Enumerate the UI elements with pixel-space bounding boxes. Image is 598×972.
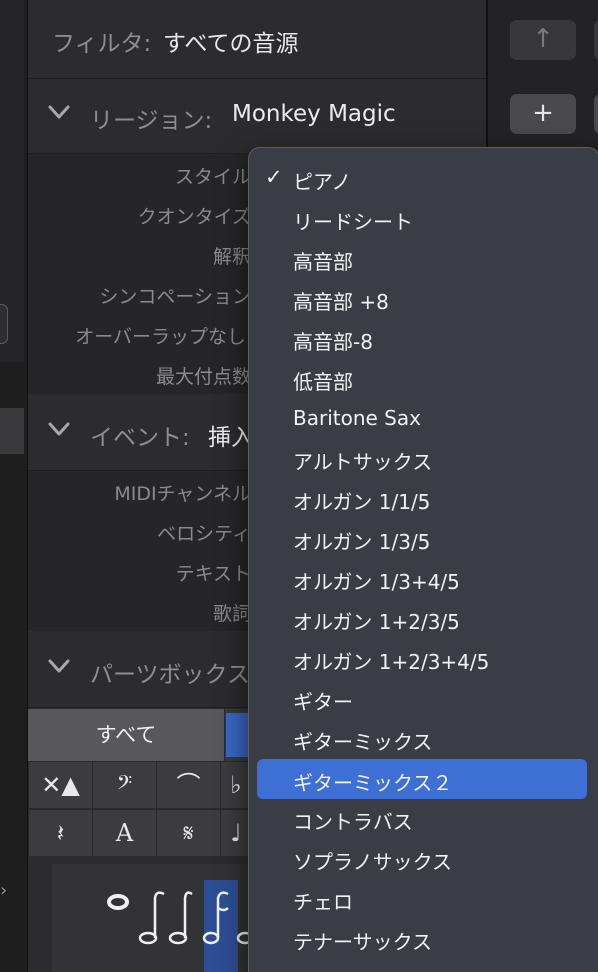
chevron-down-icon[interactable] [46, 99, 72, 125]
menu-item[interactable]: ギターミックス [257, 718, 587, 758]
menu-item[interactable]: コントラバス [257, 798, 587, 838]
param-interpret: 解釈 [212, 246, 251, 268]
menu-item-label: アルトサックス [293, 450, 433, 474]
quarter-note-icon[interactable] [168, 891, 193, 945]
menu-item[interactable]: オルガン 1/3/5 [257, 518, 587, 558]
menu-item[interactable]: チェロ [257, 878, 587, 918]
score-inspector-window: › フィルタ: すべての音源 リージョン: Monkey Magic スタイル … [0, 0, 598, 972]
menu-item[interactable]: ソプラノサックス [257, 838, 587, 878]
menu-item-label: オルガン 1+2/3/5 [293, 610, 460, 634]
menu-item[interactable]: オルガン 1/3+4/5 [257, 558, 587, 598]
menu-item-label: ピアノ [293, 170, 352, 194]
region-section-header[interactable]: リージョン: Monkey Magic [28, 79, 486, 154]
param-text: テキスト [175, 563, 251, 585]
tab-selected-group[interactable] [226, 713, 250, 757]
menu-item[interactable]: オルガン 1+2/3/5 [257, 598, 587, 638]
parts-box-label: パーツボックス [90, 662, 250, 688]
notehead-group-icon[interactable]: ✕▲ [28, 761, 93, 809]
menu-item-label: オルガン 1/1/5 [293, 490, 431, 514]
menu-item-label: リードシート [293, 210, 413, 234]
chevron-right-icon[interactable]: › [0, 880, 7, 901]
menu-item-label: 高音部 [293, 250, 353, 274]
menu-item[interactable]: ✓ ピアノ [257, 158, 587, 198]
param-midi-channel: MIDIチャンネル [114, 483, 251, 505]
param-lyrics: 歌詞 [212, 603, 251, 625]
menu-item[interactable]: Baritone Sax [257, 398, 587, 438]
menu-item[interactable]: オルガン 1+2/3+4/5 [257, 638, 587, 678]
chevron-down-icon[interactable] [46, 653, 72, 679]
half-note-icon[interactable] [138, 891, 165, 945]
note-symbols[interactable] [52, 864, 264, 972]
param-quantize: クオンタイズ [137, 206, 251, 228]
param-style: スタイル [174, 166, 251, 188]
filter-label: フィルタ: [52, 31, 152, 57]
filter-value[interactable]: すべての音源 [163, 24, 298, 58]
menu-item-label: オルガン 1/3/5 [293, 530, 431, 554]
menu-item-label: ギター [293, 690, 353, 714]
slur-group-icon[interactable]: ⌒ [156, 761, 221, 809]
menu-item-label: テナーサックス [293, 930, 432, 954]
toolbar-button-edge[interactable] [594, 20, 598, 60]
checkmark-icon: ✓ [265, 165, 283, 189]
menu-item[interactable]: オルガン 1/1/5 [257, 478, 587, 518]
menu-item-label: オルガン 1+2/3+4/5 [293, 650, 490, 674]
menu-item[interactable]: テナーサックス [257, 918, 587, 958]
parts-group-grid: ✕▲ 𝄢 ⌒ ♭ 𝄽 A 𝄋 ♩ [28, 761, 258, 861]
left-panel-selection[interactable] [0, 408, 24, 454]
param-syncopation: シンコペーション [99, 286, 251, 308]
text-group-icon[interactable]: A [92, 809, 157, 857]
segno-group-icon[interactable]: 𝄋 [156, 809, 221, 857]
menu-item-label: ソプラノサックス [293, 850, 452, 874]
menu-item[interactable]: 高音部-8 [257, 318, 587, 358]
menu-item-label: オルガン 1/3+4/5 [293, 570, 460, 594]
chevron-down-icon[interactable] [46, 416, 72, 442]
parts-symbols-area [52, 864, 264, 972]
param-max-dots: 最大付点数 [155, 366, 251, 388]
up-arrow-button[interactable]: ↑ [510, 20, 576, 60]
menu-item-label: ギターミックス２ [293, 771, 453, 795]
style-popup-menu[interactable]: ✓ ピアノ リードシート 高音部 高音部 +8 高音部-8 低音部 Bariton… [248, 147, 598, 972]
region-name[interactable]: Monkey Magic [232, 101, 396, 127]
menu-item[interactable]: ギター [257, 678, 587, 718]
menu-item[interactable]: リードシート [257, 198, 587, 238]
menu-item[interactable]: アルトサックス [257, 438, 587, 478]
add-button[interactable]: + [510, 94, 576, 134]
event-label: イベント: [90, 425, 190, 451]
menu-item[interactable]: 高音部 [257, 238, 587, 278]
menu-item-label: ギターミックス [293, 730, 433, 754]
left-panel-control[interactable] [0, 304, 8, 344]
left-panel-strip: › [0, 0, 28, 972]
menu-item[interactable]: 低音部 [257, 358, 587, 398]
rest-group-icon[interactable]: 𝄽 [28, 809, 93, 857]
menu-item-label: チェロ [293, 890, 353, 914]
param-no-overlap: オーバーラップなし [75, 326, 246, 348]
menu-item-label: 高音部 +8 [293, 290, 389, 314]
menu-item-label: コントラバス [293, 810, 413, 834]
menu-item-label: Baritone Sax [293, 406, 421, 430]
toolbar-button-edge-2[interactable] [594, 94, 598, 134]
menu-item-label: 高音部-8 [293, 330, 373, 354]
param-velocity: ベロシティ [157, 523, 251, 545]
menu-item-highlighted[interactable]: ギターミックス２ [257, 759, 587, 799]
tab-all[interactable]: すべて [28, 709, 225, 761]
clef-group-icon[interactable]: 𝄢 [92, 761, 157, 809]
filter-row[interactable]: フィルタ: すべての音源 [28, 0, 486, 79]
region-label: リージョン: [90, 108, 213, 134]
menu-item[interactable]: 高音部 +8 [257, 278, 587, 318]
whole-note-icon[interactable] [107, 894, 129, 910]
menu-item-label: 低音部 [293, 370, 353, 394]
